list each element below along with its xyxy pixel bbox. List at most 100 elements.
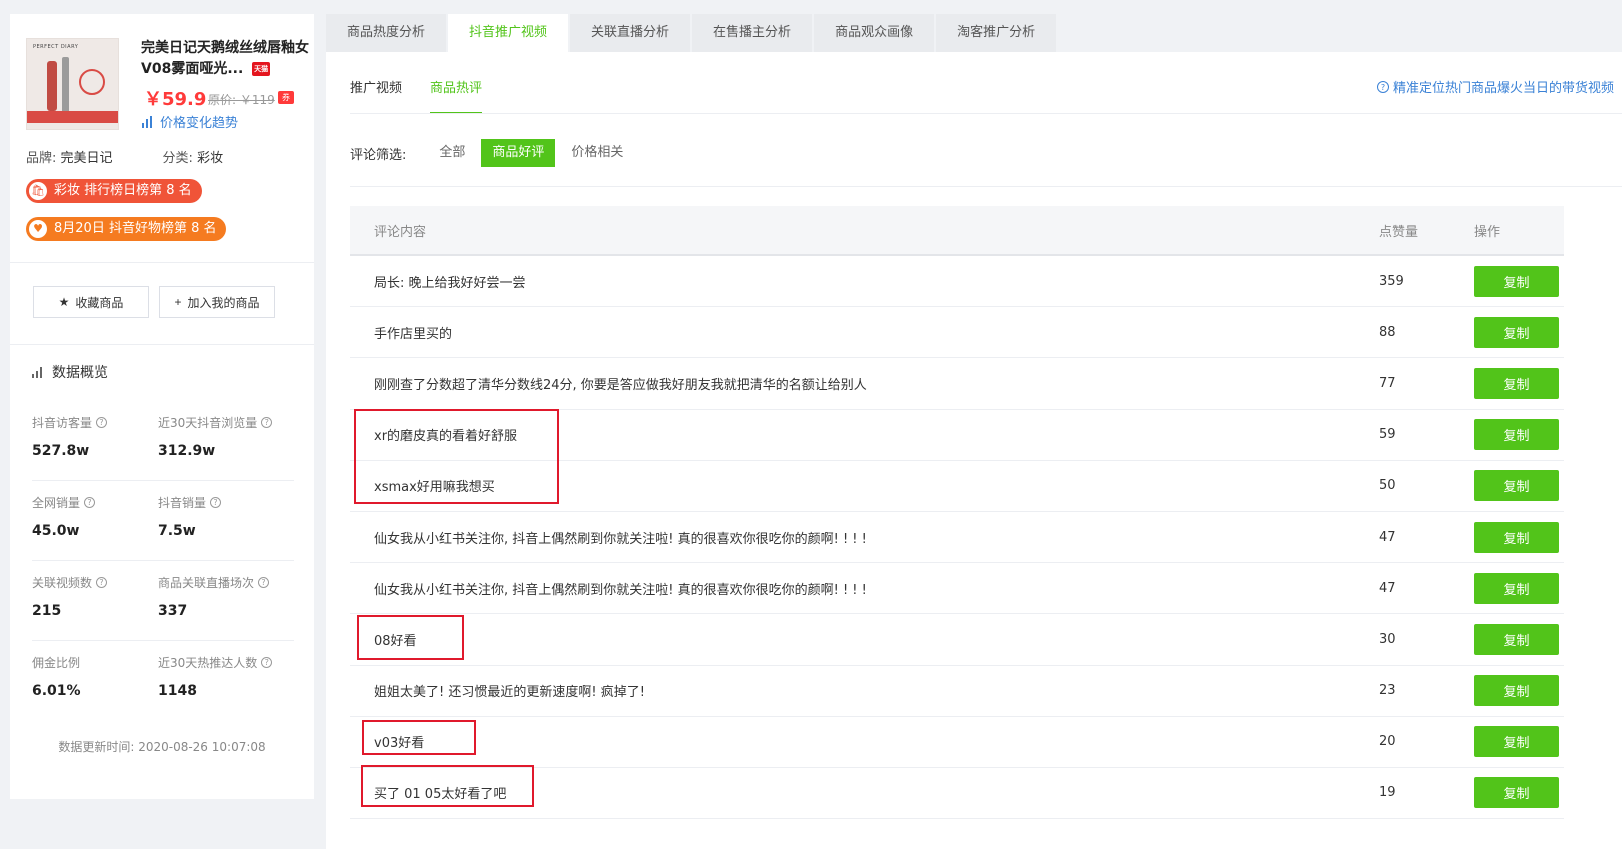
copy-button[interactable]: 复制 [1474,726,1559,758]
tab-audience-profile[interactable]: 商品观众画像 [814,14,935,52]
product-image[interactable]: PERFECT DIARY [26,38,119,130]
action-cell: 复制 [1456,675,1564,707]
category-label: 分类: [162,151,193,166]
rank-badge-text: 彩妆 排行榜日榜第 8 名 [54,183,192,198]
stat-label: 抖音访客量? [32,414,162,431]
stat-value: 7.5w [158,523,196,539]
copy-button[interactable]: 复制 [1474,572,1559,604]
action-cell: 复制 [1456,316,1564,348]
tab-heat-analysis[interactable]: 商品热度分析 [326,14,447,52]
help-icon[interactable]: ? [84,497,96,508]
tab-anchor-analysis[interactable]: 在售播主分析 [692,14,813,52]
stat-30d-views: 近30天抖音浏览量? 312.9w [158,414,288,459]
table-row: 仙女我从小红书关注你, 抖音上偶然刷到你就关注啦! 真的很喜欢你很吃你的颜啊! … [350,512,1564,564]
divider [32,560,294,561]
like-count: 359 [1379,273,1404,289]
stat-value: 527.8w [32,443,90,459]
table-body: 局长: 晚上给我好好尝一尝 359 复制 手作店里买的 88 复制 刚刚查了分数超了清华分数… [350,256,1564,820]
original-price: 原价: ￥119 [208,93,275,107]
stat-value: 6.01% [32,683,81,699]
stat-label-text: 全网销量 [32,496,81,510]
subtab-hot-comments[interactable]: 商品热评 [430,77,483,114]
coupon-badge: 券 [278,91,294,104]
table-row: 刚刚查了分数超了清华分数线24分, 你要是答应做我好朋友我就把清华的名额让给别人… [350,358,1564,410]
stat-value: 337 [158,603,188,619]
copy-button[interactable]: 复制 [1474,470,1559,502]
tab-douyin-videos[interactable]: 抖音推广视频 [448,14,569,52]
help-icon[interactable]: ? [210,497,222,508]
table-header: 评论内容 点赞量 操作 [350,206,1564,256]
promo-band [27,111,118,123]
stat-douyin-sales: 抖音销量? 7.5w [158,494,288,539]
rank-badge-daily[interactable]: 🛍 彩妆 排行榜日榜第 8 名 [26,179,202,203]
stat-value: 312.9w [158,443,216,459]
add-product-label: 加入我的商品 [187,295,260,310]
favorite-button[interactable]: ★ 收藏商品 [33,286,149,318]
stat-related-videos: 关联视频数? 215 [32,574,162,619]
stat-label-text: 佣金比例 [32,656,81,670]
stat-label-text: 关联视频数 [32,576,93,590]
stat-label-text: 商品关联直播场次 [158,576,255,590]
help-icon[interactable]: ? [261,657,273,668]
hint-link[interactable]: ? 精准定位热门商品爆火当日的带货视频 [1376,77,1614,96]
stat-label: 商品关联直播场次? [158,574,288,591]
header-action: 操作 [1474,224,1501,240]
header-comment: 评论内容 [374,224,427,240]
tab-taoke-analysis[interactable]: 淘客推广分析 [936,14,1057,52]
stat-value: 215 [32,603,62,619]
comment-text: 08好看 [374,633,417,649]
bar-chart-icon [142,115,152,128]
copy-button[interactable]: 复制 [1474,675,1559,707]
comment-text: 姐姐太美了! 还习惯最近的更新速度啊! 疯掉了! [374,685,645,701]
help-icon[interactable]: ? [96,417,108,428]
action-cell: 复制 [1456,265,1564,297]
filter-all[interactable]: 全部 [428,139,476,167]
action-cell: 复制 [1456,470,1564,502]
tab-live-analysis[interactable]: 关联直播分析 [570,14,691,52]
filter-price-related[interactable]: 价格相关 [560,139,634,167]
current-price: ￥59.9 [144,89,207,110]
comment-text: 仙女我从小红书关注你, 抖音上偶然刷到你就关注啦! 真的很喜欢你很吃你的颜啊! … [374,531,867,547]
comment-text: xr的磨皮真的看着好舒服 [374,429,518,445]
table-row: 买了 01 05太好看了吧 19 复制 [350,768,1564,820]
table-row: xsmax好用嘛我想买 50 复制 [350,461,1564,512]
copy-button[interactable]: 复制 [1474,265,1559,297]
overview-title: 数据概览 [32,362,108,382]
copy-button[interactable]: 复制 [1474,777,1559,809]
table-row: 手作店里买的 88 复制 [350,307,1564,359]
comment-text: 买了 01 05太好看了吧 [374,787,507,803]
copy-button[interactable]: 复制 [1474,623,1559,655]
analysis-tabs: 商品热度分析 抖音推广视频 关联直播分析 在售播主分析 商品观众画像 淘客推广分… [326,14,1057,52]
image-brand-text: PERFECT DIARY [33,44,79,50]
subtab-promo-videos[interactable]: 推广视频 [350,77,402,114]
divider [10,344,314,345]
like-count: 47 [1379,580,1396,596]
action-cell: 复制 [1456,777,1564,809]
comment-text: 局长: 晚上给我好好尝一尝 [374,275,526,291]
like-count: 50 [1379,478,1396,494]
brand-label: 品牌: [26,151,57,166]
action-cell: 复制 [1456,572,1564,604]
help-icon[interactable]: ? [96,577,108,588]
filter-good-reviews[interactable]: 商品好评 [481,139,556,167]
comment-text: v03好看 [374,736,425,752]
copy-button[interactable]: 复制 [1474,316,1559,348]
main-panel: 推广视频 商品热评 ? 精准定位热门商品爆火当日的带货视频 评论筛选: 全部 商… [326,52,1622,849]
filter-label: 评论筛选: [350,147,407,163]
stat-label: 近30天抖音浏览量? [158,414,288,431]
copy-button[interactable]: 复制 [1474,419,1559,451]
comment-text: xsmax好用嘛我想买 [374,480,495,496]
like-count: 88 [1379,324,1396,340]
action-cell: 复制 [1456,521,1564,553]
price-trend-label: 价格变化趋势 [160,116,239,131]
add-product-button[interactable]: + 加入我的商品 [159,286,275,318]
rank-badge-goods[interactable]: ♥ 8月20日 抖音好物榜第 8 名 [26,217,227,241]
help-icon[interactable]: ? [258,577,270,588]
price-trend-link[interactable]: 价格变化趋势 [142,112,238,131]
help-icon[interactable]: ? [261,417,273,428]
copy-button[interactable]: 复制 [1474,521,1559,553]
copy-button[interactable]: 复制 [1474,367,1559,399]
product-title[interactable]: 完美日记天鹅绒丝绒唇釉女V08雾面哑光... 天猫 [141,38,311,80]
stat-label-text: 抖音访客量 [32,416,93,430]
category-info: 分类: 彩妆 [163,147,224,166]
